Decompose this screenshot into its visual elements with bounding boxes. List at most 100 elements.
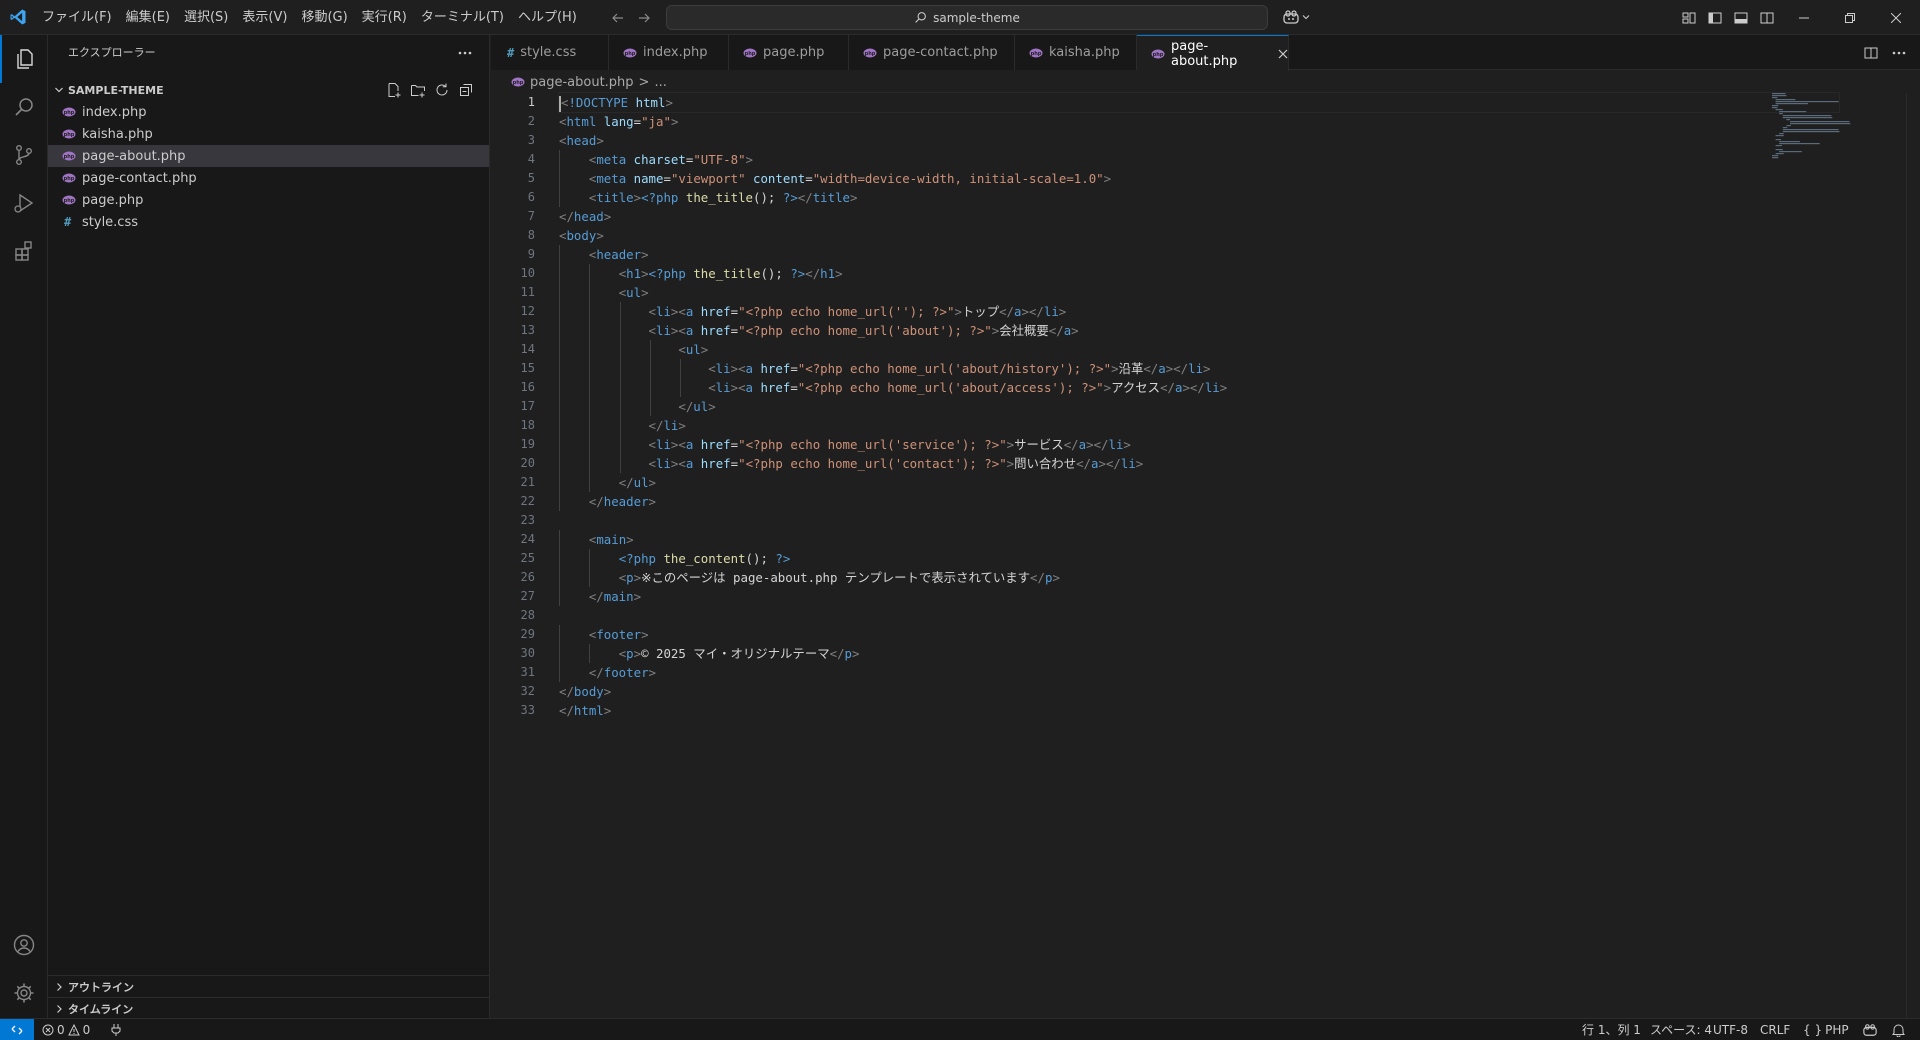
restore-icon[interactable]: [1827, 0, 1873, 35]
code-line[interactable]: <li><a href="<?php echo home_url('about/…: [559, 359, 1839, 378]
code-line[interactable]: <li><a href="<?php echo home_url('about/…: [559, 378, 1839, 397]
code-line[interactable]: <meta charset="UTF-8">: [559, 150, 1839, 169]
back-arrow-icon[interactable]: [608, 8, 628, 28]
file-item-style-css[interactable]: # style.css: [48, 211, 489, 233]
copilot-button[interactable]: [1278, 6, 1314, 28]
toggle-panel-icon[interactable]: [1730, 7, 1752, 29]
menu-item[interactable]: 編集(E): [119, 0, 177, 35]
run-and-debug-icon[interactable]: [0, 179, 48, 227]
code-line[interactable]: <meta name="viewport" content="width=dev…: [559, 169, 1839, 188]
copilot-status-icon[interactable]: [1862, 1019, 1878, 1040]
code-line[interactable]: [559, 511, 1839, 530]
code-line[interactable]: <li><a href="<?php echo home_url(''); ?>…: [559, 302, 1839, 321]
code-editor[interactable]: 1 2 3 4 5 6 7 8 9 10 11 12 13 14 15 16 17 18 19 20 21 22 23 24 2…: [491, 92, 1920, 1018]
tab-page-contact-php[interactable]: php page-contact.php: [849, 35, 1015, 70]
code-line[interactable]: <head>: [559, 131, 1839, 150]
code-line[interactable]: <title><?php the_title(); ?></title>: [559, 188, 1839, 207]
remote-indicator-icon[interactable]: [0, 1019, 34, 1040]
code-area[interactable]: <!DOCTYPE html> <html lang="ja"> <head> <m…: [558, 92, 1840, 720]
code-line[interactable]: <?php the_content(); ?>: [559, 549, 1839, 568]
menu-item[interactable]: ファイル(F): [35, 0, 119, 35]
menu-item[interactable]: 表示(V): [235, 0, 294, 35]
refresh-icon[interactable]: [432, 80, 452, 100]
code-line[interactable]: <p>※このページは page-about.php テンプレートで表示されていま…: [559, 568, 1839, 587]
code-line[interactable]: </html>: [559, 701, 1839, 720]
tab-page-about-php[interactable]: php page-about.php: [1137, 35, 1289, 71]
minimap[interactable]: [1772, 93, 1882, 173]
tab-index-php[interactable]: php index.php: [609, 35, 729, 70]
outline-section[interactable]: アウトライン: [48, 975, 489, 997]
menu-item[interactable]: ターミナル(T): [414, 0, 511, 35]
code-line[interactable]: </footer>: [559, 663, 1839, 682]
cursor-position[interactable]: 行 1、列 1: [1582, 1019, 1641, 1040]
menu-item[interactable]: ヘルプ(H): [511, 0, 584, 35]
code-line[interactable]: <li><a href="<?php echo home_url('contac…: [559, 454, 1839, 473]
new-folder-icon[interactable]: [408, 80, 428, 100]
toggle-primary-sidebar-icon[interactable]: [1704, 7, 1726, 29]
file-item-kaisha-php[interactable]: php kaisha.php: [48, 123, 489, 145]
file-item-page-contact-php[interactable]: php page-contact.php: [48, 167, 489, 189]
search-icon[interactable]: [0, 83, 48, 131]
code-line[interactable]: </ul>: [559, 473, 1839, 492]
file-item-page-about-php[interactable]: php page-about.php: [48, 145, 489, 167]
minimize-icon[interactable]: [1781, 0, 1827, 35]
new-file-icon[interactable]: [384, 80, 404, 100]
overview-ruler[interactable]: [1906, 93, 1920, 1018]
accounts-icon[interactable]: [0, 921, 48, 969]
code-line[interactable]: </body>: [559, 682, 1839, 701]
file-item-index-php[interactable]: php index.php: [48, 101, 489, 123]
code-text: <ul>: [678, 342, 709, 357]
code-line[interactable]: <h1><?php the_title(); ?></h1>: [559, 264, 1839, 283]
tab-page-php[interactable]: php page.php: [729, 35, 849, 70]
more-actions-icon[interactable]: [1888, 42, 1910, 64]
code-line[interactable]: <header>: [559, 245, 1839, 264]
explorer-files-icon[interactable]: [0, 35, 48, 83]
close-icon[interactable]: [1278, 49, 1288, 59]
menu-item[interactable]: 移動(G): [294, 0, 354, 35]
code-line[interactable]: </main>: [559, 587, 1839, 606]
menu-item[interactable]: 選択(S): [177, 0, 235, 35]
code-line[interactable]: <footer>: [559, 625, 1839, 644]
breadcrumb-symbol[interactable]: ...: [654, 75, 666, 90]
code-line[interactable]: </head>: [559, 207, 1839, 226]
close-window-icon[interactable]: [1873, 0, 1919, 35]
ports-icon[interactable]: [110, 1019, 122, 1040]
code-line[interactable]: <li><a href="<?php echo home_url('about'…: [559, 321, 1839, 340]
toggle-secondary-sidebar-icon[interactable]: [1756, 7, 1778, 29]
command-center-search[interactable]: sample-theme: [666, 5, 1268, 30]
tab-kaisha-php[interactable]: php kaisha.php: [1015, 35, 1137, 70]
code-line[interactable]: </ul>: [559, 397, 1839, 416]
source-control-icon[interactable]: [0, 131, 48, 179]
end-of-line[interactable]: CRLF: [1760, 1019, 1790, 1040]
collapse-all-icon[interactable]: [456, 80, 476, 100]
indentation[interactable]: スペース: 4: [1650, 1019, 1712, 1040]
tab-style-css[interactable]: # style.css: [491, 35, 609, 70]
code-line[interactable]: <main>: [559, 530, 1839, 549]
code-line[interactable]: <ul>: [559, 340, 1839, 359]
timeline-section[interactable]: タイムライン: [48, 997, 489, 1019]
breadcrumb-file[interactable]: page-about.php: [530, 75, 634, 90]
notifications-bell-icon[interactable]: [1892, 1019, 1905, 1040]
file-item-page-php[interactable]: php page.php: [48, 189, 489, 211]
code-line[interactable]: <p>© 2025 マイ・オリジナルテーマ</p>: [559, 644, 1839, 663]
folder-header[interactable]: SAMPLE-THEME: [48, 79, 489, 101]
settings-gear-icon[interactable]: [0, 969, 48, 1017]
forward-arrow-icon[interactable]: [634, 8, 654, 28]
menu-item[interactable]: 実行(R): [355, 0, 414, 35]
code-line[interactable]: <!DOCTYPE html>: [558, 92, 1840, 113]
php-file-icon: php: [62, 104, 80, 120]
code-line[interactable]: <body>: [559, 226, 1839, 245]
code-line[interactable]: [559, 606, 1839, 625]
code-line[interactable]: <li><a href="<?php echo home_url('servic…: [559, 435, 1839, 454]
customize-layout-icon[interactable]: [1678, 7, 1700, 29]
code-line[interactable]: </li>: [559, 416, 1839, 435]
problems-indicator[interactable]: 0 0: [42, 1019, 90, 1040]
language-mode[interactable]: { } PHP: [1803, 1019, 1849, 1040]
code-line[interactable]: </header>: [559, 492, 1839, 511]
split-editor-icon[interactable]: [1860, 42, 1882, 64]
more-actions-icon[interactable]: [455, 43, 475, 63]
code-line[interactable]: <ul>: [559, 283, 1839, 302]
code-line[interactable]: <html lang="ja">: [559, 112, 1839, 131]
file-encoding[interactable]: UTF-8: [1713, 1019, 1748, 1040]
extensions-icon[interactable]: [0, 227, 48, 275]
